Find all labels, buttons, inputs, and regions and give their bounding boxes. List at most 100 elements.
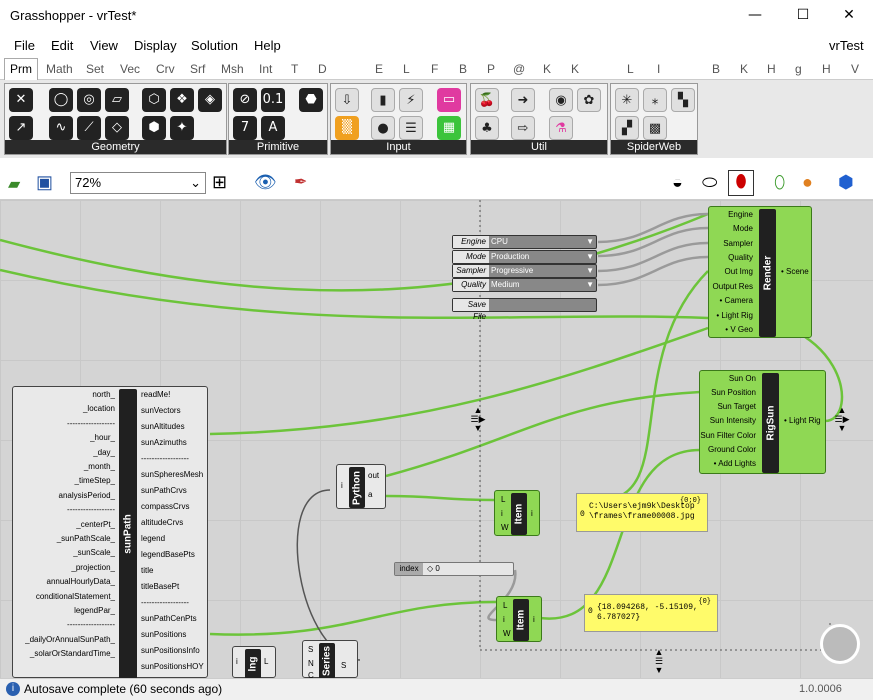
panel-primitive-label[interactable]: Primitive <box>229 140 327 154</box>
cluster-icon[interactable]: ◉ <box>549 88 573 112</box>
tab-set[interactable]: Set <box>86 62 104 76</box>
render-output-scene[interactable]: • Scene <box>781 267 809 276</box>
sunpath-output[interactable]: sunSpheresMesh <box>141 470 203 479</box>
geometry-param-icon[interactable]: ⬢ <box>142 116 166 140</box>
item-input-l[interactable]: L <box>503 601 507 610</box>
surface-param-icon[interactable]: ◈ <box>198 88 222 112</box>
mesh-param-icon[interactable]: ❖ <box>170 88 194 112</box>
rigsun-input-sunfiltercolor[interactable]: Sun Filter Color <box>700 431 756 440</box>
tab-math[interactable]: Math <box>46 62 73 76</box>
tab-l[interactable]: L <box>403 62 410 76</box>
mode-param[interactable]: Mode Production ▼ <box>452 250 597 264</box>
brep-param-icon[interactable]: ⬡ <box>142 88 166 112</box>
position-panel[interactable]: {0} 0 {18.094268, -5.15109, 6.787027} <box>584 594 718 632</box>
sketch-pen-icon[interactable]: ✒ <box>294 172 307 192</box>
sunpath-output[interactable]: ------------------ <box>141 454 189 463</box>
sunpath-output[interactable]: readMe! <box>141 390 170 399</box>
rigsun-input-sunon[interactable]: Sun On <box>729 374 756 383</box>
checker-icon[interactable]: ▞ <box>615 116 639 140</box>
sunpath-component[interactable]: sunPath north_ _location -----------------… <box>12 386 208 678</box>
box-param-icon[interactable]: ▱ <box>105 88 129 112</box>
preview-wireframe-icon[interactable]: ◒ <box>672 172 683 193</box>
render-input-quality[interactable]: Quality <box>728 253 753 262</box>
sunpath-input[interactable]: _month_ <box>84 462 115 471</box>
toggle-icon[interactable]: ▮ <box>371 88 395 112</box>
arrow-right-icon[interactable]: ➜ <box>511 88 535 112</box>
graph-mapper-icon[interactable]: ⚡ <box>399 88 423 112</box>
sphere-preview-icon[interactable]: ● <box>802 172 813 193</box>
line-param-icon[interactable]: ⟋ <box>77 116 101 140</box>
sunpath-input[interactable]: _location <box>83 404 115 413</box>
lng-input-i[interactable]: i <box>236 657 238 666</box>
panel-util-label[interactable]: Util <box>471 140 607 154</box>
menu-display[interactable]: Display <box>134 38 177 53</box>
item-input-l[interactable]: L <box>501 495 505 504</box>
sunpath-output[interactable]: compassCrvs <box>141 502 189 511</box>
sunpath-output[interactable]: altitudeCrvs <box>141 518 183 527</box>
dropdown-icon[interactable]: ▼ <box>586 266 594 275</box>
sunpath-output[interactable]: title <box>141 566 153 575</box>
plane-param-icon[interactable]: ◇ <box>105 116 129 140</box>
tab-h2[interactable]: H <box>822 62 831 76</box>
tab-d[interactable]: D <box>318 62 327 76</box>
bezier-graph-icon[interactable]: ▒ <box>335 116 359 140</box>
tab-g[interactable]: g <box>795 62 802 76</box>
menu-file[interactable]: File <box>14 38 35 53</box>
sunpath-output[interactable]: ------------------ <box>141 598 189 607</box>
sunpath-output[interactable]: sunPositionsInfo <box>141 646 200 655</box>
lng-component[interactable]: lng i L <box>232 646 276 678</box>
grid-graph-icon[interactable]: ▚ <box>671 88 695 112</box>
render-input-camera[interactable]: • Camera <box>720 296 753 305</box>
menu-edit[interactable]: Edit <box>51 38 73 53</box>
dropdown-icon[interactable]: ▼ <box>586 280 594 289</box>
fennec-icon[interactable]: ✿ <box>577 88 601 112</box>
tab-f[interactable]: F <box>431 62 438 76</box>
item-input-w[interactable]: W <box>501 523 509 532</box>
cherry-icon[interactable]: 🍒 <box>475 88 499 112</box>
render-input-outimg[interactable]: Out Img <box>725 267 753 276</box>
sunpath-output[interactable]: sunPositions <box>141 630 186 639</box>
sunpath-input[interactable]: north_ <box>92 390 115 399</box>
series-component[interactable]: Series S N C S <box>302 640 358 678</box>
integer-param-icon[interactable]: 7 <box>233 116 257 140</box>
series-output-s[interactable]: S <box>341 661 346 670</box>
tab-b2[interactable]: B <box>712 62 720 76</box>
tab-k1[interactable]: K <box>543 62 551 76</box>
sunpath-input[interactable]: legendPar_ <box>74 606 115 615</box>
engine-param[interactable]: Engine CPU ▼ <box>452 235 597 249</box>
sunpath-input[interactable]: _projection_ <box>71 563 115 572</box>
menu-solution[interactable]: Solution <box>191 38 238 53</box>
quality-param[interactable]: Quality Medium ▼ <box>452 278 597 292</box>
tab-i[interactable]: I <box>657 62 660 76</box>
sunpath-output[interactable]: sunAzimuths <box>141 438 187 447</box>
python-output-a[interactable]: a <box>368 490 372 499</box>
sunpath-input[interactable]: _day_ <box>93 448 115 457</box>
field-param-icon[interactable]: ✦ <box>170 116 194 140</box>
rigsun-input-groundcolor[interactable]: Ground Color <box>708 445 756 454</box>
arc-param-icon[interactable]: ◎ <box>77 88 101 112</box>
arrow-outline-icon[interactable]: ⇨ <box>511 116 535 140</box>
panel-input-label[interactable]: Input <box>331 140 466 154</box>
tab-b[interactable]: B <box>459 62 467 76</box>
zui-arrows[interactable]: ▲ ☰▶ ▼ <box>830 406 854 440</box>
maximize-button[interactable]: ☐ <box>780 0 826 32</box>
sunpath-input[interactable]: _timeStep_ <box>75 476 115 485</box>
sunpath-input[interactable]: _sunScale_ <box>73 548 115 557</box>
item-output-i[interactable]: i <box>533 615 535 624</box>
zoom-dropdown[interactable]: 72% ⌄ <box>70 172 206 194</box>
item-output-i[interactable]: i <box>531 509 533 518</box>
tab-int[interactable]: Int <box>259 62 272 76</box>
tab-t[interactable]: T <box>291 62 298 76</box>
sunpath-input[interactable]: ------------------ <box>67 505 115 514</box>
sunpath-input[interactable]: annualHourlyData_ <box>47 577 116 586</box>
render-input-lightrig[interactable]: • Light Rig <box>716 311 753 320</box>
tab-msh[interactable]: Msh <box>221 62 244 76</box>
tab-e[interactable]: E <box>375 62 383 76</box>
lng-output-l[interactable]: L <box>264 657 268 666</box>
render-input-mode[interactable]: Mode <box>733 224 753 233</box>
tab-p[interactable]: P <box>487 62 495 76</box>
item-input-i[interactable]: i <box>503 615 505 624</box>
flask-icon[interactable]: ⚗ <box>549 116 573 140</box>
text-param-icon[interactable]: A <box>261 116 285 140</box>
panel-spiderweb-label[interactable]: SpiderWeb <box>611 140 697 154</box>
